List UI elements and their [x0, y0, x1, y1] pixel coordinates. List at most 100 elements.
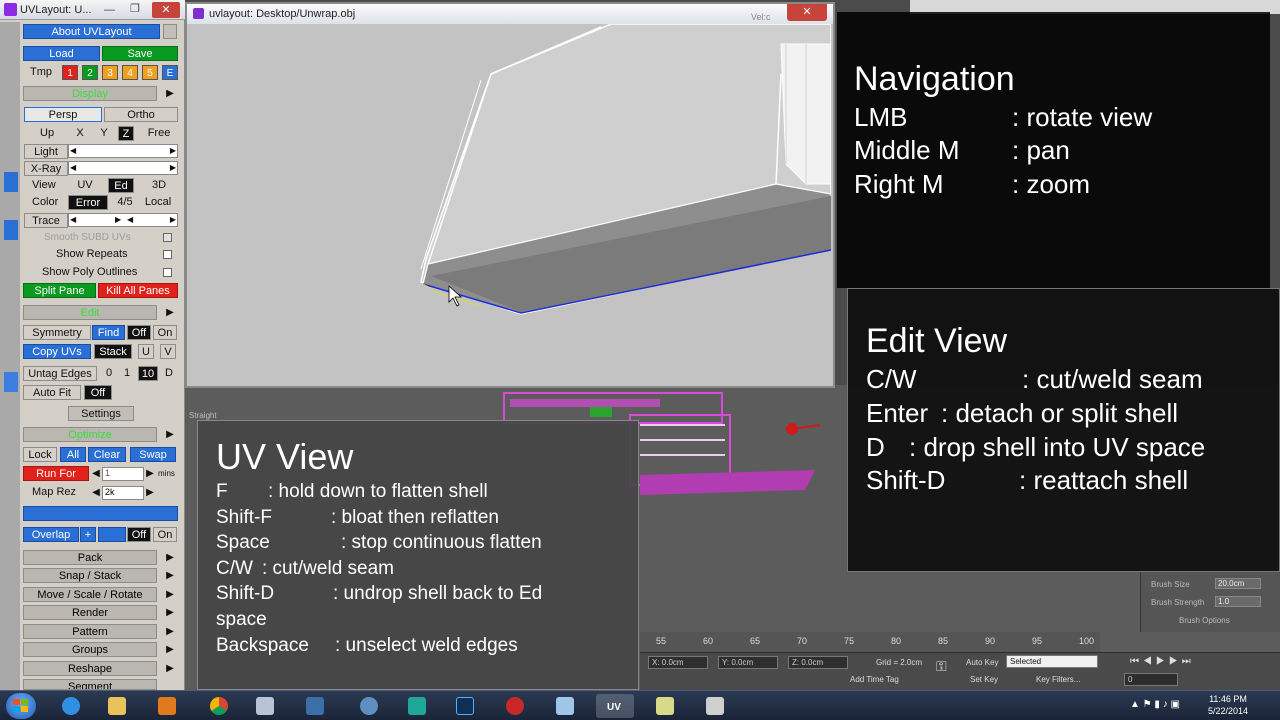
tmp-slot-5[interactable]: 5 — [142, 65, 158, 80]
xray-slider[interactable]: ◀ ▶ — [68, 161, 178, 175]
pattern-expand-icon[interactable]: ▶ — [164, 624, 176, 639]
viewport-close-button[interactable]: ✕ — [787, 4, 827, 21]
color-45-button[interactable]: 4/5 — [112, 195, 138, 210]
key-filters-button[interactable]: Key Filters... — [1036, 675, 1080, 684]
brush-size-field[interactable]: 20.0cm — [1215, 578, 1261, 589]
chrome-taskbar-button[interactable] — [200, 694, 238, 718]
run-for-field[interactable]: 1 — [102, 467, 144, 481]
viewport-3d-canvas[interactable] — [191, 24, 831, 386]
lock-button[interactable]: Lock — [23, 447, 57, 462]
tmp-slot-2[interactable]: 2 — [82, 65, 98, 80]
timeline-ruler[interactable]: 55 60 65 70 75 80 85 90 95 100 — [640, 632, 1100, 652]
view-3d-button[interactable]: 3D — [146, 178, 172, 193]
run-for-button[interactable]: Run For — [23, 466, 89, 481]
ie-taskbar-button[interactable] — [52, 694, 90, 718]
overlap-extra-button[interactable] — [98, 527, 126, 542]
groups-expand-icon[interactable]: ▶ — [164, 642, 176, 657]
save-button[interactable]: Save — [102, 46, 178, 61]
persp-button[interactable]: Persp — [24, 107, 102, 122]
move-scale-rotate-menu[interactable]: Move / Scale / Rotate — [23, 587, 157, 602]
brush-strength-field[interactable]: 1.0 — [1215, 596, 1261, 607]
snap-stack-expand-icon[interactable]: ▶ — [164, 568, 176, 583]
run-for-decrement-icon[interactable]: ◀ — [90, 466, 102, 481]
taskbar-clock[interactable]: 11:46 PM 5/22/2014 — [1196, 693, 1260, 717]
network-taskbar-button[interactable] — [350, 694, 388, 718]
brush-options-button[interactable]: Brush Options — [1179, 616, 1230, 625]
up-x-button[interactable]: X — [72, 126, 88, 141]
untag-0-button[interactable]: 0 — [102, 366, 116, 381]
y-coord-field[interactable]: Y: 0.0cm — [718, 656, 778, 669]
split-pane-button[interactable]: Split Pane — [23, 283, 96, 298]
groups-menu[interactable]: Groups — [23, 642, 157, 657]
snap-stack-menu[interactable]: Snap / Stack — [23, 568, 157, 583]
z-coord-field[interactable]: Z: 0.0cm — [788, 656, 848, 669]
map-rez-decrement-icon[interactable]: ◀ — [90, 485, 102, 500]
overlap-off-button[interactable]: Off — [127, 527, 151, 542]
symmetry-find-button[interactable]: Find — [92, 325, 125, 340]
tmp-slot-3[interactable]: 3 — [102, 65, 118, 80]
app-taskbar-button[interactable] — [296, 694, 334, 718]
settings-button[interactable]: Settings — [68, 406, 134, 421]
display-expand-icon[interactable]: ▶ — [164, 86, 176, 101]
overlap-button[interactable]: Overlap — [23, 527, 79, 542]
symmetry-off-button[interactable]: Off — [127, 325, 151, 340]
tool2-taskbar-button[interactable] — [696, 694, 734, 718]
copy-u-button[interactable]: U — [138, 344, 154, 359]
auto-key-button[interactable]: Auto Key — [966, 658, 998, 667]
move-expand-icon[interactable]: ▶ — [164, 587, 176, 602]
left-strip-tab[interactable] — [4, 220, 18, 240]
view-ed-button[interactable]: Ed — [108, 178, 134, 193]
auto-fit-off-button[interactable]: Off — [84, 385, 112, 400]
3dsmax-taskbar-button[interactable] — [398, 694, 436, 718]
show-repeats-checkbox[interactable] — [163, 250, 172, 259]
explorer-taskbar-button[interactable] — [98, 694, 136, 718]
untag-10-button[interactable]: 10 — [138, 366, 158, 381]
frame-field[interactable]: 0 — [1124, 673, 1178, 686]
show-poly-outlines-checkbox[interactable] — [163, 268, 172, 277]
map-rez-increment-icon[interactable]: ▶ — [144, 485, 156, 500]
tool-taskbar-button[interactable] — [646, 694, 684, 718]
copy-uvs-button[interactable]: Copy UVs — [23, 344, 91, 359]
left-strip-tab[interactable] — [4, 372, 18, 392]
photoshop-taskbar-button[interactable] — [446, 694, 484, 718]
display-section-header[interactable]: Display — [23, 86, 157, 101]
app-red-taskbar-button[interactable] — [496, 694, 534, 718]
edit-section-header[interactable]: Edit — [23, 305, 157, 320]
edit-expand-icon[interactable]: ▶ — [164, 305, 176, 320]
untag-d-button[interactable]: D — [162, 366, 176, 381]
set-key-button[interactable]: Set Key — [970, 675, 998, 684]
trace-slider[interactable]: ◀ ▶ ◀ ▶ — [68, 213, 178, 227]
x-coord-field[interactable]: X: 0.0cm — [648, 656, 708, 669]
reshape-menu[interactable]: Reshape — [23, 661, 157, 676]
symmetry-button[interactable]: Symmetry — [23, 325, 91, 340]
lock-clear-button[interactable]: Clear — [88, 447, 126, 462]
add-time-tag-button[interactable]: Add Time Tag — [850, 675, 899, 684]
pattern-menu[interactable]: Pattern — [23, 624, 157, 639]
tmp-slot-e[interactable]: E — [162, 65, 178, 80]
render-menu[interactable]: Render — [23, 605, 157, 620]
reshape-expand-icon[interactable]: ▶ — [164, 661, 176, 676]
optimize-section-header[interactable]: Optimize — [23, 427, 157, 442]
maximize-button[interactable]: ❐ — [130, 2, 140, 15]
overlap-on-button[interactable]: On — [153, 527, 177, 542]
system-tray-icons[interactable]: ▲ ⚑ ▮ ♪ ▣ — [1130, 699, 1180, 710]
stack-button[interactable]: Stack — [94, 344, 132, 359]
ortho-button[interactable]: Ortho — [104, 107, 178, 122]
up-z-button[interactable]: Z — [118, 126, 134, 141]
about-side-button[interactable] — [163, 24, 177, 39]
untag-edges-button[interactable]: Untag Edges — [23, 366, 97, 381]
selection-set-dropdown[interactable]: Selected — [1006, 655, 1098, 668]
lock-swap-button[interactable]: Swap — [130, 447, 176, 462]
start-button[interactable] — [6, 693, 36, 719]
uvlayout-taskbar-button[interactable]: UV — [596, 694, 634, 718]
segment-menu[interactable]: Segment — [23, 679, 157, 690]
calculator-taskbar-button[interactable] — [246, 694, 284, 718]
symmetry-on-button[interactable]: On — [153, 325, 177, 340]
close-button[interactable]: ✕ — [152, 2, 180, 18]
load-button[interactable]: Load — [23, 46, 100, 61]
up-free-button[interactable]: Free — [142, 126, 176, 141]
smooth-subd-checkbox[interactable] — [163, 233, 172, 242]
overlap-plus-button[interactable]: + — [80, 527, 96, 542]
run-for-increment-icon[interactable]: ▶ — [144, 466, 156, 481]
minimize-button[interactable]: — — [104, 4, 115, 16]
